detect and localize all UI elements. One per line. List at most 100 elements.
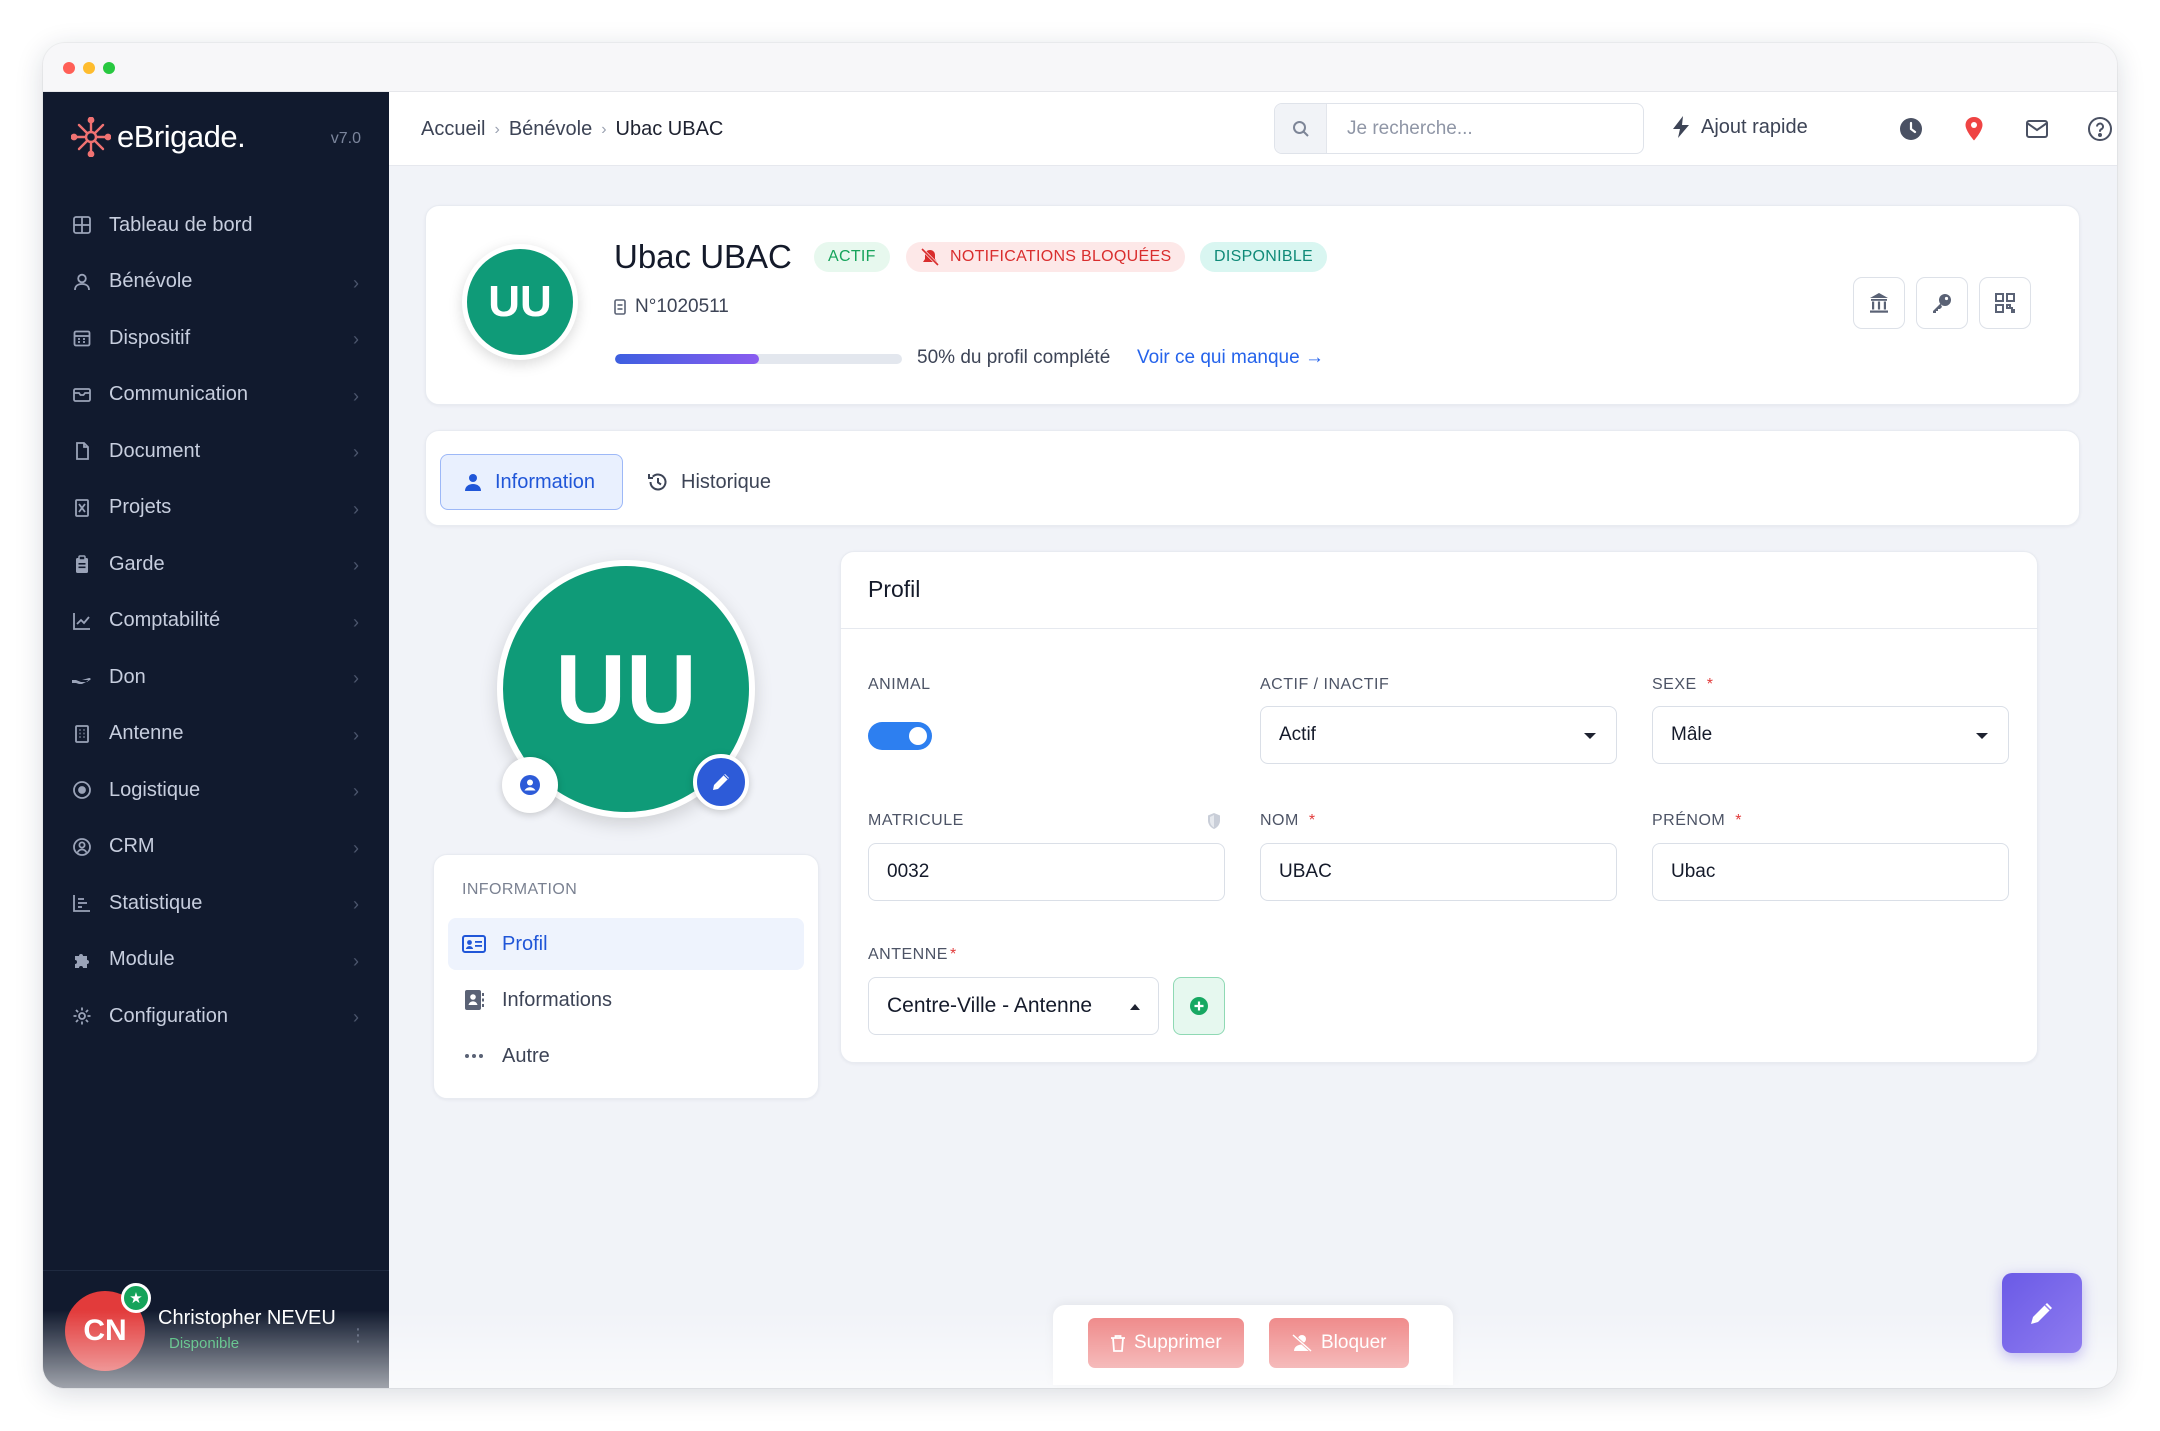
sidebar-item-don[interactable]: Don › — [43, 649, 389, 706]
help-icon[interactable] — [2087, 116, 2113, 142]
caret-down-icon — [1584, 733, 1596, 739]
app-logo[interactable]: eBrigade. — [71, 114, 246, 160]
sidebar-item-antenne[interactable]: Antenne › — [43, 706, 389, 763]
sidebar-item-configuration[interactable]: Configuration › — [43, 988, 389, 1045]
gear-icon — [71, 1005, 93, 1027]
breadcrumb-home[interactable]: Accueil — [421, 118, 485, 141]
id-card-icon — [462, 935, 486, 953]
sexe-select-value: Mâle — [1671, 724, 1713, 745]
nom-field[interactable]: UBAC — [1260, 843, 1617, 901]
sidebar-item-dispositif[interactable]: Dispositif › — [43, 310, 389, 367]
view-photo-button[interactable] — [502, 757, 558, 813]
envelope-icon[interactable] — [2024, 116, 2050, 142]
tab-historique[interactable]: Historique — [625, 454, 793, 510]
matricule-field[interactable]: 0032 — [868, 843, 1225, 901]
sidebar-item-crm[interactable]: CRM › — [43, 819, 389, 876]
chevron-right-icon: › — [353, 950, 359, 971]
clipboard-icon — [71, 553, 93, 575]
sidebar-item-tableau-de-bord[interactable]: Tableau de bord — [43, 197, 389, 254]
profile-progress-bar — [615, 354, 902, 364]
app-version: v7.0 — [330, 130, 361, 147]
sidebar-user[interactable]: CN ★ Christopher NEVEU Disponible ⋮ — [43, 1270, 389, 1388]
search-input[interactable]: Je recherche... — [1274, 103, 1644, 154]
missing-info-link[interactable]: Voir ce qui manque → — [1137, 347, 1324, 369]
tab-historique-label: Historique — [681, 470, 772, 493]
section-menu-informations[interactable]: Informations — [448, 974, 804, 1026]
maximize-window-dot[interactable] — [103, 62, 115, 74]
chevron-right-icon: › — [353, 837, 359, 858]
sexe-select[interactable]: Mâle — [1652, 706, 2009, 764]
user-slash-icon — [1292, 1334, 1312, 1352]
project-icon — [71, 497, 93, 519]
sidebar-item-document[interactable]: Document › — [43, 423, 389, 480]
progress-caption: du profil complété — [960, 347, 1111, 368]
add-antenne-button[interactable] — [1173, 977, 1225, 1035]
bolt-icon — [1673, 116, 1689, 138]
block-button[interactable]: Bloquer — [1269, 1318, 1409, 1368]
ebrigade-logo-icon — [71, 117, 111, 157]
form-divider — [840, 628, 2038, 629]
sidebar-item-label: Logistique — [109, 778, 201, 801]
close-window-dot[interactable] — [63, 62, 75, 74]
tab-information[interactable]: Information — [440, 454, 623, 510]
profile-progress-text: 50% du profil complété — [917, 347, 1110, 369]
status-badge-disponible: DISPONIBLE — [1200, 242, 1328, 272]
antenne-select-value: Centre-Ville - Antenne — [887, 994, 1093, 1017]
profile-avatar[interactable]: UU — [462, 244, 578, 360]
minimize-window-dot[interactable] — [83, 62, 95, 74]
floating-edit-button[interactable] — [2002, 1273, 2082, 1353]
map-pin-icon[interactable] — [1961, 116, 1987, 142]
breadcrumb: Accueil › Bénévole › Ubac UBAC — [421, 118, 723, 141]
antenne-select[interactable]: Centre-Ville - Antenne — [868, 977, 1159, 1035]
user-icon — [71, 271, 93, 293]
quick-add-button[interactable]: Ajout rapide — [1671, 115, 1808, 139]
sitemap-icon — [1870, 293, 1888, 313]
sidebar-item-label: Configuration — [109, 1004, 228, 1027]
key-button[interactable] — [1916, 277, 1968, 329]
sidebar-item-label: Projets — [109, 496, 172, 519]
sidebar-item-module[interactable]: Module › — [43, 932, 389, 989]
edit-photo-button[interactable] — [693, 754, 749, 810]
section-menu-autre[interactable]: Autre — [448, 1030, 804, 1082]
nom-label: NOM * — [1260, 812, 1316, 829]
user-status: Disponible — [169, 1335, 240, 1352]
chevron-right-icon: › — [353, 442, 359, 462]
prenom-field[interactable]: Ubac — [1652, 843, 2009, 901]
animal-label: ANIMAL — [868, 676, 931, 693]
section-menu-autre-label: Autre — [502, 1044, 550, 1067]
section-menu-profil[interactable]: Profil — [448, 918, 804, 970]
qr-code-icon — [1995, 293, 2015, 313]
status-badge-actif: ACTIF — [814, 242, 890, 272]
qr-code-button[interactable] — [1979, 277, 2031, 329]
sidebar-item-communication[interactable]: Communication › — [43, 367, 389, 424]
breadcrumb-benevole[interactable]: Bénévole — [509, 118, 592, 141]
profile-name: Ubac UBAC — [614, 238, 792, 275]
animal-toggle[interactable] — [868, 722, 932, 750]
profile-id: N°1020511 — [614, 296, 729, 318]
actif-select[interactable]: Actif — [1260, 706, 1617, 764]
sidebar-item-benevole[interactable]: Bénévole › — [43, 254, 389, 311]
prenom-value: Ubac — [1671, 861, 1716, 882]
delete-button[interactable]: Supprimer — [1088, 1318, 1244, 1368]
more-vertical-icon[interactable]: ⋮ — [349, 1325, 367, 1346]
chart-line-icon — [71, 610, 93, 632]
section-menu-informations-label: Informations — [502, 988, 613, 1011]
chevron-right-icon: › — [353, 272, 359, 293]
clock-icon[interactable] — [1898, 116, 1924, 142]
user-icon — [465, 474, 481, 491]
organization-button[interactable] — [1853, 277, 1905, 329]
sidebar-item-label: Tableau de bord — [109, 213, 253, 236]
breadcrumb-current: Ubac UBAC — [615, 118, 724, 140]
status-badge-notifications: NOTIFICATIONS BLOQUÉES — [906, 242, 1186, 272]
app-name: eBrigade. — [117, 119, 246, 154]
required-icon: * — [1706, 676, 1714, 693]
sidebar-item-logistique[interactable]: Logistique › — [43, 762, 389, 819]
sidebar-item-garde[interactable]: Garde › — [43, 536, 389, 593]
matricule-label: MATRICULE — [868, 812, 964, 829]
profile-id-number: N°1020511 — [635, 296, 729, 317]
sidebar-item-projets[interactable]: Projets › — [43, 480, 389, 537]
quick-add-label: Ajout rapide — [1701, 115, 1808, 138]
sidebar-item-statistique[interactable]: Statistique › — [43, 875, 389, 932]
topbar: Accueil › Bénévole › Ubac UBAC Je recher… — [389, 92, 2117, 166]
sidebar-item-comptabilite[interactable]: Comptabilité › — [43, 593, 389, 650]
